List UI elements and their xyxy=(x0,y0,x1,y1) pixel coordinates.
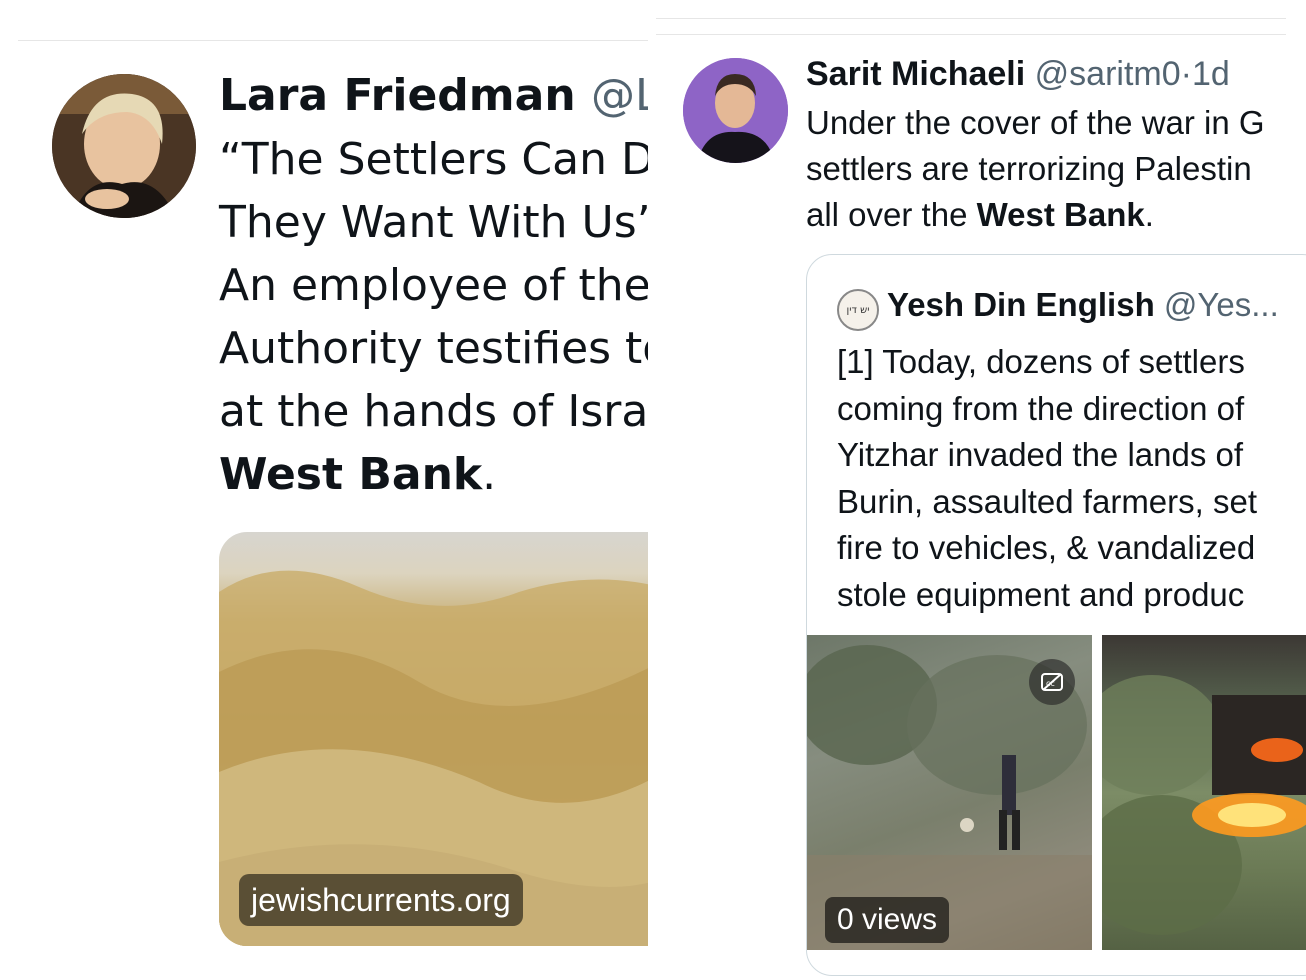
left-screenshot: Lara Friedman @La “The Settlers Can D Th… xyxy=(0,0,648,980)
body-line: at the hands of Israe xyxy=(219,386,648,437)
avatar-portrait-icon xyxy=(683,58,788,163)
video-thumbnail[interactable] xyxy=(1102,635,1306,950)
author-name-row: Sarit Michaeli @saritm0·1d xyxy=(806,52,1230,96)
divider xyxy=(656,34,1286,35)
tweet-body: Under the cover of the war in G settlers… xyxy=(806,100,1265,238)
quote-body-line: [1] Today, dozens of settlers xyxy=(837,343,1245,380)
divider xyxy=(656,18,1286,19)
author-handle[interactable]: @saritm0 xyxy=(1035,55,1181,93)
avatar[interactable] xyxy=(52,74,196,218)
burning-vehicle-scene-icon xyxy=(1102,675,1306,935)
quote-author-handle[interactable]: @Yes... xyxy=(1164,286,1279,323)
quote-body-line: coming from the direction of xyxy=(837,389,1245,427)
timestamp[interactable]: 1d xyxy=(1192,55,1230,93)
body-line: They Want With Us’ xyxy=(219,197,648,248)
body-line: An employee of the xyxy=(219,260,648,311)
author-handle[interactable]: @La xyxy=(591,70,648,121)
divider xyxy=(18,40,648,41)
quote-body-line: Yitzhar invaded the lands of xyxy=(837,436,1244,473)
video-thumbnail[interactable]: cc 0 views xyxy=(807,635,1092,950)
body-line-last: West Bank. xyxy=(219,443,648,506)
tweet-body: “The Settlers Can D They Want With Us’ A… xyxy=(219,128,648,506)
separator-dot: · xyxy=(1180,55,1192,93)
quote-body-line: stole equipment and produc xyxy=(837,575,1245,613)
closed-captions-off-icon: cc xyxy=(1041,673,1063,691)
quote-author-row: Yesh Din English @Yes... xyxy=(887,281,1279,329)
author-name[interactable]: Sarit Michaeli xyxy=(806,55,1025,93)
body-line: settlers are terrorizing Palestin xyxy=(806,150,1252,187)
bold-text: West Bank xyxy=(219,449,483,500)
avatar-portrait-icon xyxy=(52,74,196,218)
view-count: 0 views xyxy=(825,897,950,943)
quote-body-line: fire to vehicles, & vandalized xyxy=(837,529,1256,566)
avatar[interactable] xyxy=(683,58,788,163)
link-card-image[interactable]: jewishcurrents.org xyxy=(219,532,648,946)
body-line-last: all over the West Bank. xyxy=(806,192,1265,238)
punctuation: . xyxy=(482,449,497,500)
quote-avatar[interactable]: יש דין xyxy=(837,289,879,331)
quote-body-line: Burin, assaulted farmers, set xyxy=(837,482,1258,520)
author-name-row: Lara Friedman @La xyxy=(219,66,648,126)
right-screenshot: Sarit Michaeli @saritm0·1d Under the cov… xyxy=(656,0,1306,980)
punctuation: . xyxy=(1144,196,1154,233)
body-line: Under the cover of the war in G xyxy=(806,104,1265,141)
quoted-tweet[interactable]: יש דין Yesh Din English @Yes... [1] Toda… xyxy=(806,254,1306,976)
avatar-logo-text: יש דין xyxy=(846,304,870,316)
quote-author-name[interactable]: Yesh Din English xyxy=(887,286,1155,323)
body-line: Authority testifies to xyxy=(219,323,648,374)
body-line: “The Settlers Can D xyxy=(219,134,648,185)
bold-text: West Bank xyxy=(976,196,1145,233)
quote-body: [1] Today, dozens of settlers coming fro… xyxy=(837,339,1257,618)
captions-button[interactable]: cc xyxy=(1029,659,1075,705)
card-link-label[interactable]: jewishcurrents.org xyxy=(239,874,523,926)
author-name[interactable]: Lara Friedman xyxy=(219,70,576,121)
body-text-prefix: all over the xyxy=(806,196,977,233)
